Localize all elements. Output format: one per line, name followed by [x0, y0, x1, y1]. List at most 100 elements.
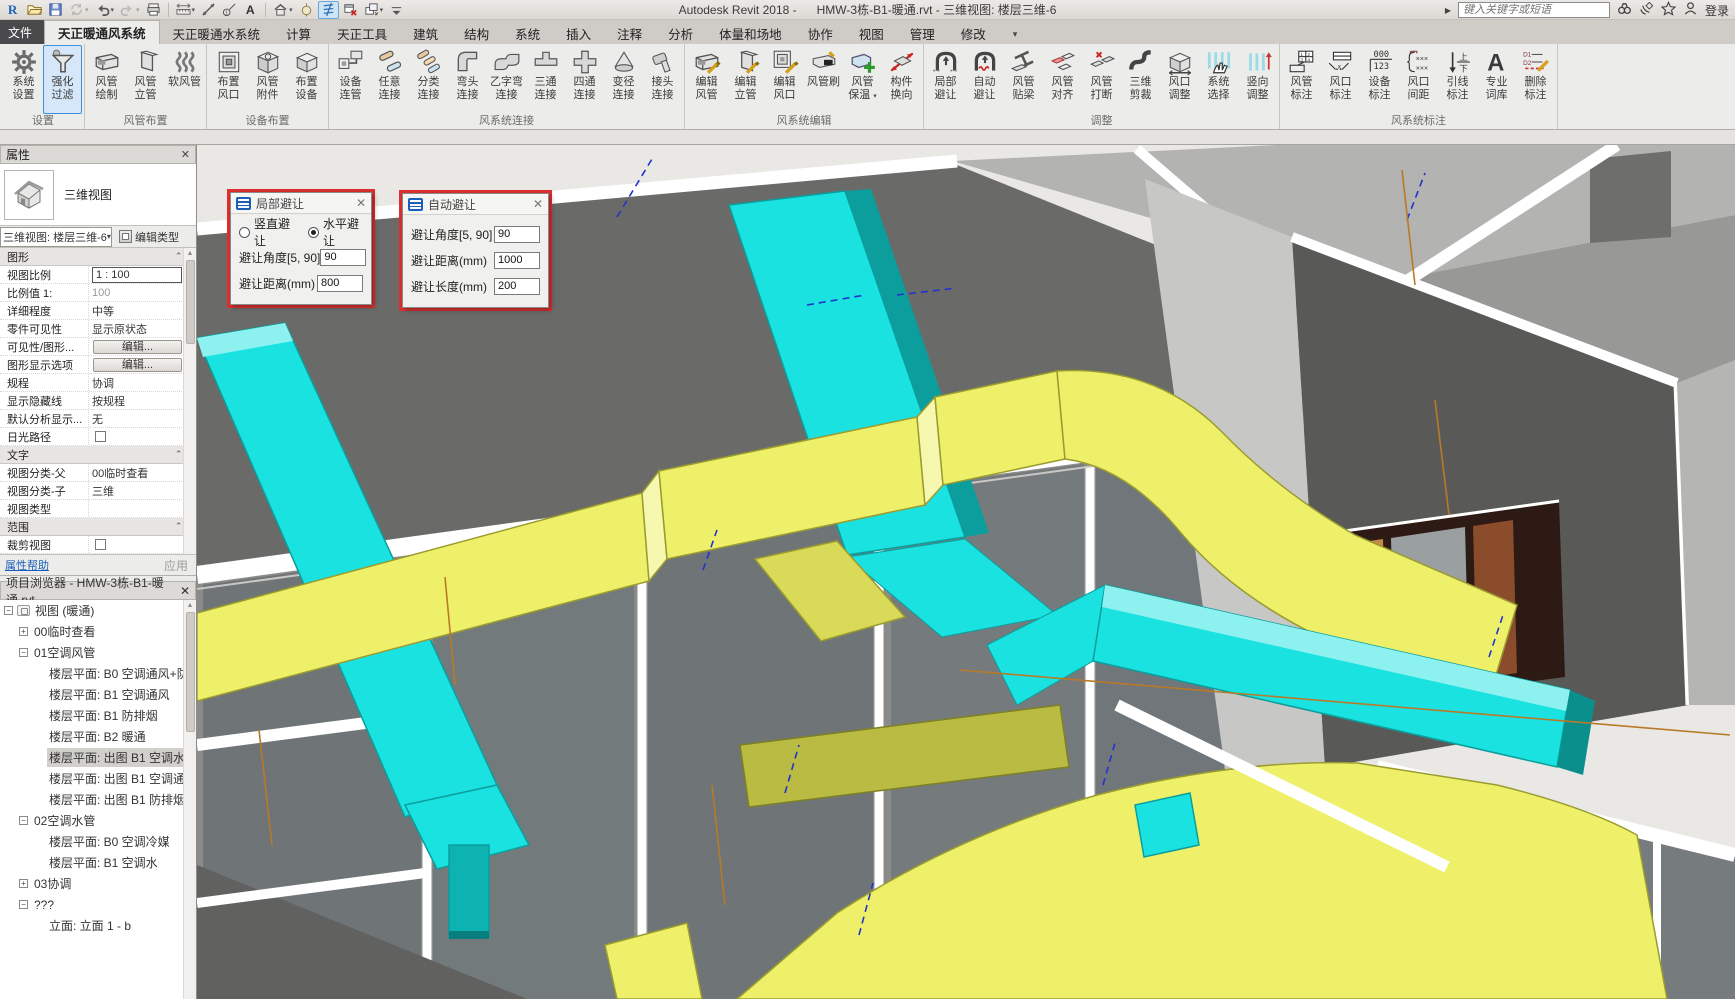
tree-item[interactable]: −楼层平面: B0 空调通风+防: [0, 663, 196, 684]
property-checkbox[interactable]: [95, 431, 106, 442]
tree-item[interactable]: −???: [0, 894, 196, 915]
property-section-图形[interactable]: 图形⌃⌃: [0, 248, 196, 266]
collapse-minus-icon[interactable]: −: [19, 816, 28, 825]
property-value[interactable]: 00临时查看: [88, 464, 196, 481]
ribbon-button-duct-riser[interactable]: 风管立管: [126, 45, 165, 114]
edit-button[interactable]: 编辑...: [93, 358, 182, 372]
edit-button[interactable]: 编辑...: [93, 340, 182, 354]
ribbon-button-cross-fitting[interactable]: 四通连接: [565, 45, 604, 114]
qat-aligned-dimension-button[interactable]: [199, 1, 218, 19]
property-value[interactable]: 无: [88, 410, 196, 427]
field-input[interactable]: [320, 249, 366, 266]
ribbon-button-diffuser[interactable]: 布置风口: [209, 45, 248, 114]
qat-default-3d-view-button[interactable]: ▾: [271, 1, 295, 19]
qat-close-hidden-windows-button[interactable]: [341, 1, 360, 19]
ribbon-button-tag-spacing[interactable]: ××××××风口间距: [1399, 45, 1438, 114]
property-section-范围[interactable]: 范围⌃⌃: [0, 518, 196, 536]
ribbon-button-reducer-cone[interactable]: 变径连接: [604, 45, 643, 114]
tree-item[interactable]: −视图 (暖通): [0, 600, 196, 621]
qat-redo-button[interactable]: ▾: [118, 1, 142, 19]
cyan-duct-drop[interactable]: [449, 845, 489, 937]
ribbon-button-avoid-arch[interactable]: 局部避让: [926, 45, 965, 114]
ribbon-button-z-bend[interactable]: 乙字弯连接: [487, 45, 526, 114]
properties-scrollbar[interactable]: ▲: [183, 248, 196, 554]
ribbon-button-duct-insulation[interactable]: 风管保温 ▾: [843, 45, 882, 114]
signin-button[interactable]: 登录: [1705, 2, 1729, 19]
qat-tag-by-category-button[interactable]: 1: [220, 1, 239, 19]
tab-ribbon-10[interactable]: 体量和场地: [706, 22, 795, 44]
radio-竖直避让[interactable]: 竖直避让: [239, 215, 294, 249]
tree-item[interactable]: −02空调水管: [0, 810, 196, 831]
type-selector-dropdown[interactable]: 三维视图: 楼层三维-6 ▾: [0, 227, 112, 247]
qat-switch-windows-button[interactable]: ▾: [362, 1, 386, 19]
tab-ribbon-12[interactable]: 视图: [846, 22, 897, 44]
tab-ribbon-9[interactable]: 分析: [655, 22, 706, 44]
ribbon-button-edit-duct[interactable]: 编辑风管: [687, 45, 726, 114]
edit-type-button[interactable]: 编辑类型: [115, 227, 183, 247]
dialog-titlebar[interactable]: 局部避让 ✕: [231, 193, 371, 214]
ribbon-button-connect-class[interactable]: 分类连接: [409, 45, 448, 114]
field-input[interactable]: [494, 252, 540, 269]
ribbon-button-flex-duct[interactable]: 软风管: [165, 45, 204, 114]
ribbon-button-diffuser-adjust[interactable]: 风口调整: [1160, 45, 1199, 114]
ribbon-button-duct-to-beam[interactable]: 风管贴梁: [1004, 45, 1043, 114]
qat-open-button[interactable]: [25, 1, 44, 19]
drawing-area[interactable]: 局部避让 ✕ 竖直避让水平避让避让角度[5, 90]避让距离(mm) 自动避让 …: [197, 145, 1735, 999]
ribbon-button-leader-tag[interactable]: 上下引线标注: [1438, 45, 1477, 114]
property-value[interactable]: 显示原状态: [88, 320, 196, 337]
scroll-up-icon[interactable]: ▲: [187, 600, 194, 612]
properties-help-link[interactable]: 属性帮助: [0, 557, 49, 573]
property-value-input[interactable]: 1 : 100: [92, 267, 182, 283]
tree-item[interactable]: −楼层平面: B1 防排烟: [0, 705, 196, 726]
project-browser-scrollbar[interactable]: ▲: [183, 600, 196, 999]
qat-undo-button[interactable]: ▾: [93, 1, 117, 19]
tree-item[interactable]: −立面: 立面 1 - b: [0, 915, 196, 936]
tree-item[interactable]: −楼层平面: B0 空调冷媒: [0, 831, 196, 852]
qat-text-button[interactable]: A: [241, 1, 260, 19]
field-input[interactable]: [494, 226, 540, 243]
field-input[interactable]: [317, 275, 363, 292]
tree-item[interactable]: −楼层平面: B2 暖通: [0, 726, 196, 747]
ribbon-button-tag-delete[interactable]: D1D2删除标注: [1516, 45, 1555, 114]
ribbon-button-system-select[interactable]: 系统选择: [1199, 45, 1238, 114]
qat-thin-lines-button[interactable]: [318, 1, 339, 19]
ribbon-button-tee[interactable]: 三通连接: [526, 45, 565, 114]
tree-item[interactable]: −楼层平面: B1 空调通风: [0, 684, 196, 705]
ribbon-button-tag-grid[interactable]: 1234风管标注: [1282, 45, 1321, 114]
qat-print-button[interactable]: [144, 1, 163, 19]
cyan-duct-small[interactable]: [1135, 793, 1199, 857]
project-browser-close-icon[interactable]: ✕: [180, 584, 190, 598]
collapse-minus-icon[interactable]: −: [19, 648, 28, 657]
tab-ribbon-2[interactable]: 计算: [273, 22, 324, 44]
tab-ribbon-3[interactable]: 天正工具: [324, 22, 400, 44]
field-input[interactable]: [494, 278, 540, 295]
tree-item[interactable]: −楼层平面: 出图 B1 空调通: [0, 768, 196, 789]
ribbon-state-toggle-icon[interactable]: ▾: [1007, 25, 1024, 44]
ribbon-button-duct-accessory[interactable]: 风管附件: [248, 45, 287, 114]
search-icon[interactable]: [1617, 1, 1632, 19]
tab-file[interactable]: 文件: [0, 20, 44, 44]
help-search-input[interactable]: [1458, 2, 1610, 18]
local-avoid-dialog[interactable]: 局部避让 ✕ 竖直避让水平避让避让角度[5, 90]避让距离(mm): [230, 192, 372, 305]
tab-ribbon-1[interactable]: 天正暖通水系统: [160, 22, 274, 44]
ribbon-button-edit-riser[interactable]: 编辑立管: [726, 45, 765, 114]
property-value[interactable]: 协调: [88, 374, 196, 391]
ribbon-button-connect-equipment[interactable]: 设备连管: [331, 45, 370, 114]
communication-center-icon[interactable]: [1639, 1, 1654, 19]
ribbon-button-gear[interactable]: 系统设置: [4, 45, 43, 114]
tab-ribbon-6[interactable]: 系统: [502, 22, 553, 44]
ribbon-button-connect-any[interactable]: 任意连接: [370, 45, 409, 114]
tab-ribbon-13[interactable]: 管理: [897, 22, 948, 44]
qat-customize-qat-button[interactable]: [387, 1, 406, 19]
tree-item[interactable]: −楼层平面: B1 空调水: [0, 852, 196, 873]
dialog-titlebar[interactable]: 自动避让 ✕: [403, 194, 548, 215]
property-value[interactable]: 三维: [88, 482, 196, 499]
qat-synchronize-button[interactable]: ▾: [67, 1, 91, 19]
favorites-star-icon[interactable]: [1661, 1, 1676, 19]
property-checkbox[interactable]: [95, 539, 106, 550]
ribbon-button-duct-box[interactable]: 风管绘制: [87, 45, 126, 114]
dialog-close-icon[interactable]: ✕: [356, 196, 366, 210]
ribbon-button-tag-dim[interactable]: x风口标注: [1321, 45, 1360, 114]
ribbon-button-vertical-adjust[interactable]: 竖向调整: [1238, 45, 1277, 114]
ribbon-button-duct-brush[interactable]: 风管刷: [804, 45, 843, 114]
